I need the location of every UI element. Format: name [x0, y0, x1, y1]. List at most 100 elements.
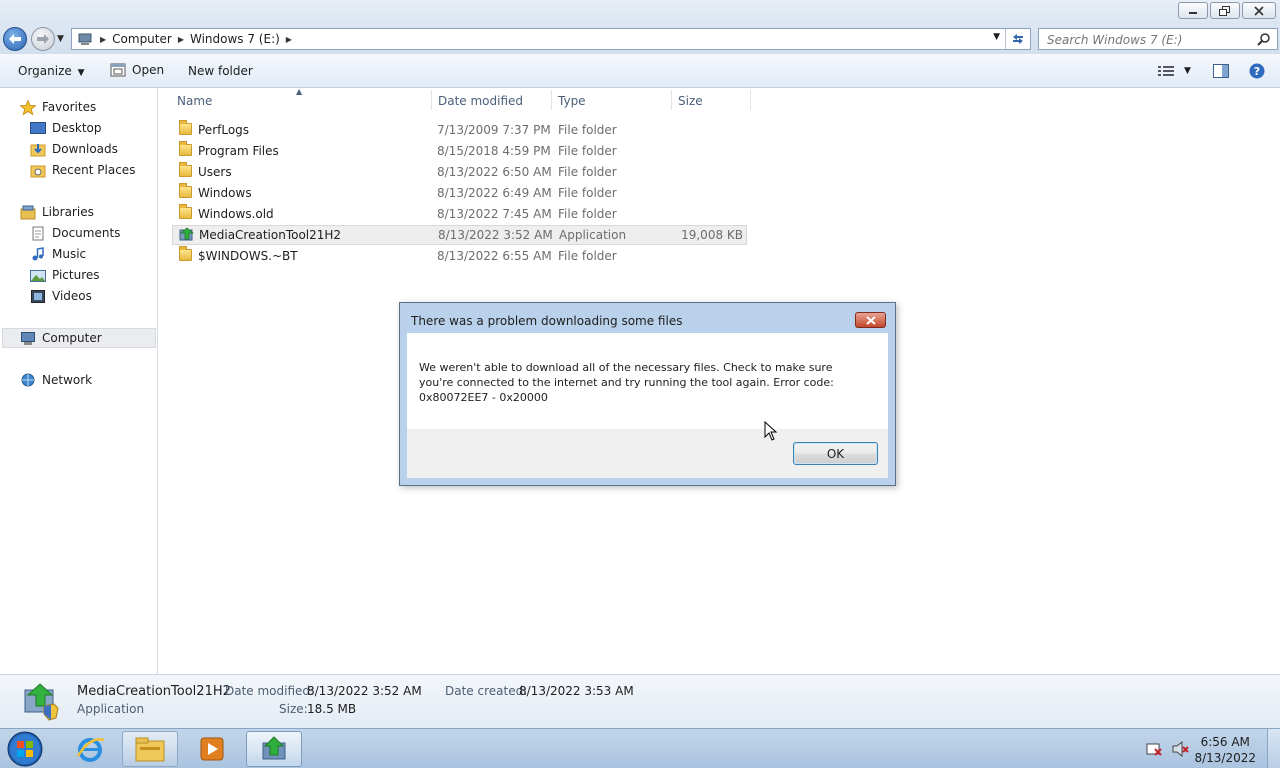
folder-icon — [179, 204, 192, 219]
recent-pages-dropdown[interactable]: ▼ — [57, 34, 64, 44]
dialog-body: We weren't able to download all of the n… — [407, 333, 888, 429]
file-size: 19,008 KB — [681, 228, 743, 242]
column-divider[interactable] — [750, 90, 751, 110]
command-toolbar: Organize ▼ Open New folder ▼ ? — [0, 54, 1280, 88]
column-divider[interactable] — [431, 90, 432, 110]
show-desktop-button[interactable] — [1267, 729, 1280, 768]
file-row[interactable]: $WINDOWS.~BT 8/13/2022 6:55 AM File fold… — [172, 246, 747, 266]
details-pane: MediaCreationTool21H2 Application Date m… — [0, 674, 1280, 728]
file-row[interactable]: Windows 8/13/2022 6:49 AM File folder — [172, 183, 747, 203]
media-creation-tool-large-icon — [24, 683, 59, 721]
nav-libraries[interactable]: Libraries — [20, 202, 94, 222]
minimize-icon — [1189, 11, 1197, 14]
column-name[interactable]: Name — [177, 94, 212, 108]
search-input[interactable] — [1045, 30, 1249, 50]
details-size-label: Size: — [279, 702, 308, 716]
open-button[interactable]: Open — [110, 63, 164, 77]
help-button[interactable]: ? — [1249, 63, 1265, 82]
chevron-down-icon: ▼ — [1184, 66, 1191, 76]
organize-menu[interactable]: Organize ▼ — [18, 64, 85, 78]
file-date: 8/13/2022 6:49 AM — [437, 186, 552, 200]
column-date-modified[interactable]: Date modified — [438, 94, 523, 108]
breadcrumb-computer[interactable]: Computer — [106, 32, 178, 46]
system-clock[interactable]: 6:56 AM 8/13/2022 — [1194, 734, 1256, 766]
details-file-name: MediaCreationTool21H2 — [77, 684, 231, 699]
nav-downloads[interactable]: Downloads — [30, 139, 118, 159]
ok-button[interactable]: OK — [793, 442, 878, 465]
breadcrumb-drive[interactable]: Windows 7 (E:) — [184, 32, 286, 46]
close-icon — [865, 315, 876, 325]
taskbar-media-player[interactable] — [184, 731, 240, 767]
help-icon: ? — [1249, 63, 1265, 79]
arrow-left-icon — [9, 34, 21, 44]
minimize-button[interactable] — [1178, 2, 1208, 19]
file-row[interactable]: Users 8/13/2022 6:50 AM File folder — [172, 162, 747, 182]
nav-documents[interactable]: Documents — [30, 223, 120, 243]
mouse-pointer-icon — [764, 421, 778, 441]
computer-icon — [21, 331, 35, 345]
nav-libraries-label: Libraries — [42, 205, 94, 219]
clock-date: 8/13/2022 — [1194, 751, 1256, 765]
address-bar[interactable]: ▶ Computer ▶ Windows 7 (E:) ▶ ▼ — [71, 28, 1031, 50]
nav-desktop[interactable]: Desktop — [30, 118, 102, 138]
file-row[interactable]: Windows.old 8/13/2022 7:45 AM File folde… — [172, 204, 747, 224]
back-button[interactable] — [3, 27, 27, 51]
search-box[interactable] — [1038, 28, 1278, 50]
computer-location-icon — [78, 33, 92, 45]
nav-videos[interactable]: Videos — [30, 286, 92, 306]
recent-places-icon — [30, 165, 46, 177]
nav-network[interactable]: Network — [20, 370, 92, 390]
taskbar-windows-explorer[interactable] — [122, 731, 178, 767]
nav-computer[interactable]: Computer — [2, 328, 156, 348]
nav-favorites-label: Favorites — [42, 100, 97, 114]
navigation-pane: Favorites Desktop Downloads Recent Place… — [0, 88, 158, 674]
nav-recent-places[interactable]: Recent Places — [30, 160, 135, 180]
file-row[interactable]: PerfLogs 7/13/2009 7:37 PM File folder — [172, 120, 747, 140]
column-divider[interactable] — [671, 90, 672, 110]
breadcrumb-separator-icon[interactable]: ▶ — [286, 35, 292, 44]
refresh-button[interactable] — [1005, 29, 1030, 49]
dialog-close-button[interactable] — [855, 312, 886, 328]
nav-pictures[interactable]: Pictures — [30, 265, 100, 285]
close-window-button[interactable] — [1242, 2, 1276, 19]
dialog-title: There was a problem downloading some fil… — [411, 314, 683, 328]
start-button[interactable] — [6, 730, 44, 768]
nav-favorites[interactable]: Favorites — [20, 97, 96, 117]
nav-videos-label: Videos — [52, 289, 92, 303]
nav-computer-label: Computer — [42, 331, 102, 345]
forward-button[interactable] — [31, 27, 55, 51]
libraries-icon — [20, 205, 36, 219]
open-label: Open — [132, 63, 165, 77]
downloads-folder-icon — [30, 143, 46, 156]
file-name: Program Files — [198, 144, 279, 158]
media-creation-tool-icon — [262, 736, 286, 760]
details-file-type: Application — [77, 702, 145, 716]
nav-downloads-label: Downloads — [52, 142, 118, 156]
nav-network-label: Network — [42, 373, 93, 387]
nav-music[interactable]: Music — [30, 244, 86, 264]
volume-muted-icon[interactable] — [1172, 740, 1190, 760]
column-type[interactable]: Type — [558, 94, 586, 108]
file-name: Windows — [198, 186, 252, 200]
sort-ascending-icon: ▲ — [296, 87, 303, 96]
address-dropdown-icon[interactable]: ▼ — [993, 32, 1000, 42]
file-row-selected[interactable]: MediaCreationTool21H2 8/13/2022 3:52 AM … — [172, 225, 747, 245]
new-folder-button[interactable]: New folder — [188, 64, 253, 78]
taskbar-internet-explorer[interactable] — [62, 731, 118, 767]
file-type: File folder — [558, 186, 617, 200]
file-date: 8/13/2022 3:52 AM — [438, 228, 553, 242]
column-divider[interactable] — [551, 90, 552, 110]
file-date: 8/13/2022 6:50 AM — [437, 165, 552, 179]
media-creation-tool-icon — [179, 227, 195, 241]
windows-explorer-icon — [135, 737, 165, 762]
column-size[interactable]: Size — [678, 94, 703, 108]
nav-music-label: Music — [52, 247, 87, 261]
taskbar-media-creation-tool[interactable] — [246, 731, 302, 767]
search-icon[interactable] — [1257, 32, 1271, 46]
file-row[interactable]: Program Files 8/15/2018 4:59 PM File fol… — [172, 141, 747, 161]
maximize-button[interactable] — [1210, 2, 1240, 19]
action-center-icon[interactable] — [1146, 741, 1162, 760]
preview-pane-button[interactable] — [1213, 64, 1229, 81]
windows-logo-icon — [7, 731, 43, 767]
change-view-button[interactable]: ▼ — [1158, 65, 1191, 77]
